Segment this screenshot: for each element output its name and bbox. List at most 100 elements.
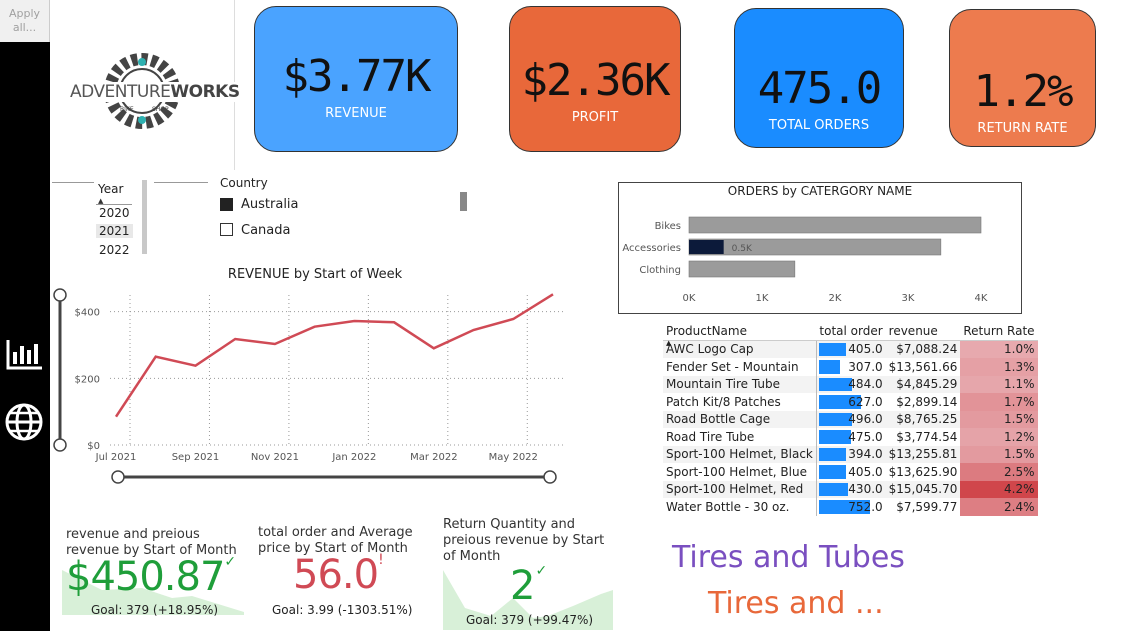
cell-product-name: Sport-100 Helmet, Red [666, 482, 804, 497]
cell-total-order: 752.0 [815, 498, 886, 516]
cell-total-order: 430.0 [815, 480, 886, 498]
table-row[interactable]: Sport-100 Helmet, Black 394.0 $13,255.81 1.… [663, 445, 1038, 463]
cell-revenue: $15,045.70 [888, 482, 958, 497]
cell-product-name: Mountain Tire Tube [666, 377, 780, 392]
cell-product-name: Water Bottle - 30 oz. [666, 499, 790, 514]
card-returns-value: 2✓ [510, 563, 547, 609]
order-value: 405.0 [848, 342, 883, 357]
table-row[interactable]: Water Bottle - 30 oz. 752.0 $7,599.77 2.4% [663, 498, 1038, 516]
kpi-total-orders[interactable]: 475.0 TOTAL ORDERS [734, 8, 904, 148]
header-return-rate[interactable]: Return Rate [960, 322, 1038, 341]
nav-sidebar [0, 0, 50, 631]
logo-shop: SHOP [152, 106, 169, 113]
logo-works: WORKS [170, 82, 240, 102]
year-slicer-scrollbar[interactable] [142, 180, 147, 254]
country-slicer-scrollbar[interactable] [460, 192, 467, 211]
kpi-label: PROFIT [571, 110, 619, 125]
cell-return-rate: 1.3% [960, 358, 1038, 376]
table-row[interactable]: AWC Logo Cap 405.0 $7,088.24 1.0% [663, 340, 1038, 358]
cell-return-rate: 1.0% [960, 340, 1038, 358]
order-bar [818, 482, 848, 496]
header-productname[interactable]: ProductName ▲ [663, 322, 817, 347]
apply-label: Apply [8, 7, 41, 20]
order-bar [818, 430, 851, 444]
orders-bar-chart[interactable]: Bikes Accessories 0.5K Clothing 0K 1K 2K 3K 4K [619, 200, 1021, 312]
order-value: 430.0 [848, 482, 883, 497]
order-value: 496.0 [848, 412, 883, 427]
orders-chart-title: ORDERS by CATERGORY NAME [727, 184, 913, 198]
y-tick-label: $0 [87, 441, 100, 452]
order-value: 627.0 [848, 394, 883, 409]
globe-nav-icon[interactable] [4, 402, 44, 442]
cell-total-order: 405.0 [815, 340, 886, 358]
checkbox-australia[interactable] [220, 198, 233, 211]
card-returns-title: Return Quantity and preious revenue by S… [443, 517, 605, 564]
table-header-row: ProductName ▲ total order revenue Return… [663, 322, 1038, 347]
series-line [114, 293, 554, 418]
cell-revenue: $3,774.54 [896, 429, 958, 444]
x-tick-label: 2K [829, 293, 842, 304]
table-row[interactable]: Patch Kit/8 Patches 627.0 $2,899.14 1.7% [663, 393, 1038, 411]
kpi-return-rate[interactable]: 1.2% RETURN RATE [949, 9, 1096, 147]
table-row[interactable]: Sport-100 Helmet, Red 430.0 $15,045.70 4.2% [663, 480, 1038, 498]
kpi-revenue[interactable]: $3.77K REVENUE [254, 6, 458, 152]
apply-all-button[interactable]: Apply all... [0, 0, 50, 42]
slicer-divider [154, 182, 208, 183]
cell-product-name: Road Tire Tube [666, 429, 755, 444]
order-bar [818, 342, 846, 356]
header-total-order[interactable]: total order [816, 322, 886, 341]
cell-total-order: 627.0 [815, 393, 886, 411]
cell-total-order: 405.0 [815, 463, 886, 481]
year-option-2022[interactable]: 2022 [96, 243, 133, 257]
category-bar [688, 216, 982, 234]
y-tick-label: $200 [75, 374, 100, 385]
cell-revenue: $7,088.24 [896, 342, 958, 357]
bar-chart-nav-icon[interactable] [4, 336, 44, 372]
table-row[interactable]: Road Bottle Cage 496.0 $8,765.25 1.5% [663, 410, 1038, 428]
category-bar [688, 260, 796, 278]
x-slider-handle [543, 470, 557, 484]
order-value: 394.0 [848, 447, 883, 462]
logo-bike: BIKE [120, 106, 134, 113]
logo-panel: ADVENTUREWORKS BIKE SHOP [52, 0, 240, 170]
order-value: 307.0 [848, 359, 883, 374]
country-option-australia[interactable]: Australia [241, 197, 299, 212]
table-row[interactable]: Road Tire Tube 475.0 $3,774.54 1.2% [663, 428, 1038, 446]
x-tick-label: Sep 2021 [172, 452, 219, 463]
x-tick-label: Mar 2022 [410, 452, 458, 463]
kpi-value: $3.77K [282, 51, 432, 102]
kpi-value: 1.2% [973, 66, 1074, 117]
country-option-canada[interactable]: Canada [241, 223, 290, 238]
table-row[interactable]: Mountain Tire Tube 484.0 $4,845.29 1.1% [663, 375, 1038, 393]
x-slider-handle [111, 470, 125, 484]
order-value: 484.0 [848, 377, 883, 392]
cell-return-rate: 1.2% [960, 428, 1038, 446]
checkbox-canada[interactable] [220, 223, 233, 236]
year-option-2021[interactable]: 2021 [96, 224, 133, 238]
table-row[interactable]: Fender Set - Mountain 307.0 $13,561.66 1.3% [663, 358, 1038, 376]
kpi-label: REVENUE [325, 106, 387, 121]
card-orders-number: 56.0 [293, 552, 379, 598]
order-value: 475.0 [848, 429, 883, 444]
cell-return-rate: 1.5% [960, 410, 1038, 428]
cell-product-name: Road Bottle Cage [666, 412, 771, 427]
revenue-line-chart[interactable]: $0 $200 $400 Jul 2021 Sep 2021 Nov 2021 Jan 20… [50, 285, 570, 490]
kpi-profit[interactable]: $2.36K PROFIT [509, 6, 681, 152]
x-tick-label: May 2022 [489, 452, 538, 463]
table-row[interactable]: Sport-100 Helmet, Blue 405.0 $13,625.90 2.5… [663, 463, 1038, 481]
year-option-2020[interactable]: 2020 [96, 206, 133, 220]
cell-return-rate: 1.1% [960, 375, 1038, 393]
header-revenue[interactable]: revenue [885, 322, 961, 341]
card-returns-number: 2 [510, 563, 536, 609]
text-box-tires-truncated: Tires and ... [708, 586, 884, 621]
cell-revenue: $4,845.29 [896, 377, 958, 392]
order-bar [818, 447, 846, 461]
x-tick-label: 1K [756, 293, 769, 304]
card-revenue-number: $450.87 [66, 554, 225, 600]
highlight-bar [689, 240, 724, 254]
category-label: Clothing [639, 265, 681, 276]
highlight-data-label: 0.5K [732, 244, 753, 254]
text-box-tires-and-tubes: Tires and Tubes [672, 540, 905, 575]
cell-return-rate: 1.7% [960, 393, 1038, 411]
cell-return-rate: 2.4% [960, 498, 1038, 516]
